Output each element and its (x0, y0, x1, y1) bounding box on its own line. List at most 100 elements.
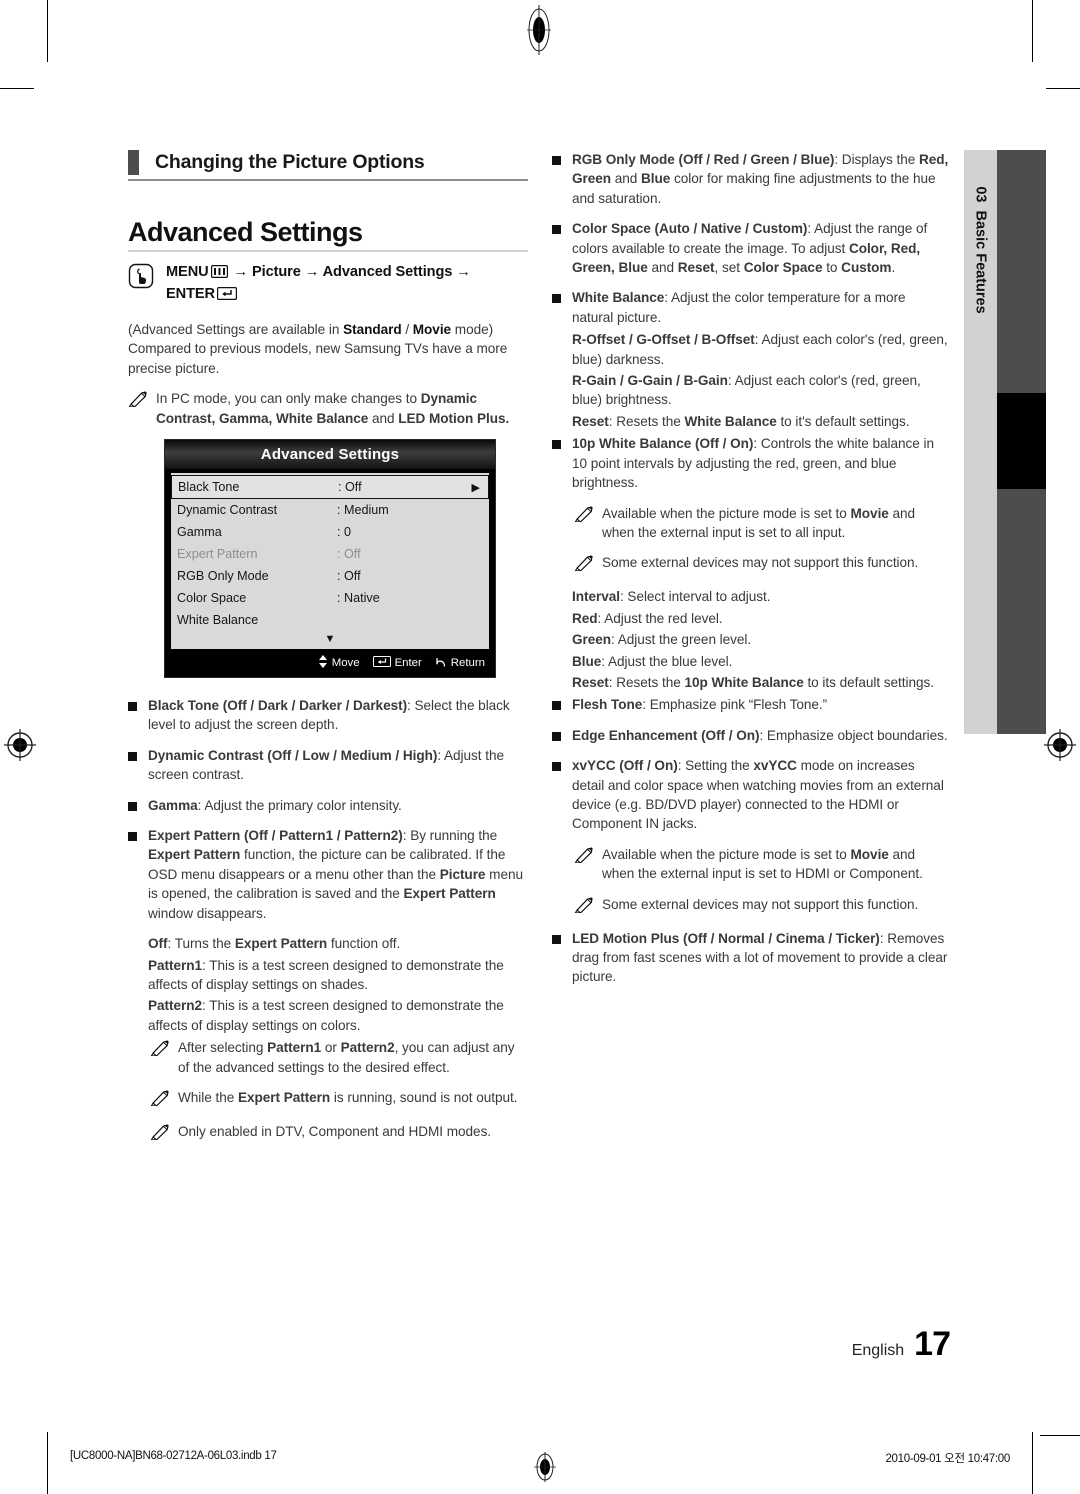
pencil-note-icon (128, 391, 150, 428)
wb10p-interval-term: Interval (572, 589, 620, 605)
expert-pattern1-term: Pattern1 (148, 957, 202, 973)
wb10p-blue-text: : Adjust the blue level. (601, 653, 733, 669)
bullet-led-motion-plus-text: LED Motion Plus (Off / Normal / Cinema /… (572, 929, 950, 987)
xvycc-p2: xvYCC (753, 758, 797, 774)
expert-note-2-b: Expert Pattern (237, 1089, 331, 1105)
wb-reset-term-b: White Balance (684, 413, 777, 429)
crop-mark-bottom-right-rule (1040, 1435, 1080, 1436)
bullet-edge-enhancement: Edge Enhancement (Off / On): Emphasize o… (552, 726, 950, 745)
wb-offset-term: R-Offset / G-Offset / B-Offset (572, 332, 755, 348)
note-pc-a: In PC mode, you can only make changes to (156, 391, 421, 407)
flesh-tone-title: Flesh Tone (572, 697, 643, 713)
registration-mark-left (3, 728, 37, 762)
crop-mark-left (47, 0, 48, 62)
expert-note-1-text: After selecting Pattern1 or Pattern2, yo… (178, 1038, 528, 1077)
osd-row-expert-pattern[interactable]: Expert Pattern : Off (171, 543, 489, 565)
bullet-gamma-title: Gamma (148, 797, 198, 813)
xvycc-title: xvYCC (Off / On) (572, 758, 678, 774)
intro-text-sep: / (401, 322, 413, 337)
wb10p-item-green: Green: Adjust the green level. (572, 630, 950, 649)
expert-pattern1-text: : This is a test screen designed to demo… (148, 957, 504, 992)
print-footer: [UC8000-NA]BN68-02712A-06L03.indb 17 201… (0, 1450, 1080, 1472)
bullet-square-icon (552, 156, 561, 165)
bullet-square-icon (128, 832, 137, 842)
pencil-note-icon (574, 506, 596, 543)
osd-value-color-space: : Native (337, 591, 380, 606)
color-space-p7: to (822, 260, 842, 276)
bullet-square-icon (552, 701, 561, 711)
note-pc-mode-text: In PC mode, you can only make changes to… (156, 389, 528, 428)
osd-row-color-space[interactable]: Color Space : Native (171, 587, 489, 609)
chevron-right-icon: ▶ (471, 481, 480, 494)
bullet-flesh-tone-text: Flesh Tone: Emphasize pink “Flesh Tone.” (572, 695, 827, 714)
page-number: 17 (914, 1325, 951, 1363)
bullet-10p-white-balance: 10p White Balance (Off / On): Controls t… (552, 434, 950, 492)
xvycc-note-1-text: Available when the picture mode is set t… (602, 845, 950, 884)
bullet-square-icon (552, 294, 561, 304)
bullet-dynamic-contrast-title: Dynamic Contrast (Off / Low / Medium / H… (148, 747, 438, 763)
osd-hint-enter-label: Enter (394, 657, 422, 670)
color-space-p5: , set (714, 260, 744, 276)
osd-hint-move: Move (318, 655, 360, 671)
expert-value-pattern2: Pattern2: This is a test screen designed… (148, 996, 528, 1035)
language-label: English (851, 1342, 905, 1359)
wb-reset-text-b: to it's default settings. (776, 413, 910, 429)
bullet-10p-white-balance-text: 10p White Balance (Off / On): Controls t… (572, 434, 950, 492)
expert-pattern2-term: Pattern2 (148, 998, 202, 1014)
menu-bars-icon (210, 264, 228, 284)
pencil-note-icon (150, 1090, 172, 1111)
xvycc-p1: : Setting the (677, 758, 754, 774)
updown-arrow-icon (318, 655, 328, 671)
registration-mark-top (521, 5, 557, 55)
bullet-flesh-tone: Flesh Tone: Emphasize pink “Flesh Tone.” (552, 695, 950, 714)
wb10p-title: 10p White Balance (Off / On) (572, 436, 754, 452)
osd-value-dynamic-contrast: : Medium (337, 503, 389, 518)
osd-label-dynamic-contrast: Dynamic Contrast (177, 503, 278, 518)
white-balance-gain: R-Gain / G-Gain / B-Gain: Adjust each co… (572, 371, 950, 410)
bullet-black-tone: Black Tone (Off / Dark / Darker / Darkes… (128, 696, 528, 735)
wb10p-green-term: Green (572, 632, 612, 648)
wb10p-reset-term-b: 10p White Balance (684, 674, 804, 690)
osd-row-gamma[interactable]: Gamma : 0 (171, 521, 489, 543)
wb10p-item-red: Red: Adjust the red level. (572, 609, 950, 628)
xvycc-note-2-text: Some external devices may not support th… (602, 896, 919, 912)
remote-hand-icon (128, 263, 154, 294)
osd-label-color-space: Color Space (177, 591, 247, 606)
pencil-note-icon (150, 1124, 172, 1145)
osd-row-black-tone[interactable]: Black Tone : Off ▶ (171, 475, 489, 500)
wb10p-note-1-a: Available when the picture mode is set t… (602, 505, 851, 521)
osd-label-gamma: Gamma (177, 525, 222, 540)
section-heading: Changing the Picture Options (128, 150, 528, 175)
intro-text-2: Compared to previous models, new Samsung… (128, 341, 508, 376)
rgb-only-p4: Blue (641, 171, 671, 187)
osd-scroll-down-icon[interactable]: ▼ (171, 631, 489, 650)
wb10p-note-2-text: Some external devices may not support th… (602, 555, 919, 571)
wb10p-red-term: Red (572, 610, 598, 626)
rgb-only-p1: : Displays the (834, 152, 919, 167)
expert-off-term2: Expert Pattern (234, 936, 328, 952)
osd-hint-move-label: Move (331, 657, 360, 670)
enter-key-icon (372, 656, 391, 670)
section-heading-label: Changing the Picture Options (155, 151, 425, 173)
expert-value-pattern1: Pattern1: This is a test screen designed… (148, 956, 528, 995)
expert-off-term: Off (148, 936, 168, 952)
osd-row-rgb-only-mode[interactable]: RGB Only Mode : Off (171, 565, 489, 587)
menu-path: MENU → Picture → Advanced Settings → ENT… (128, 262, 528, 306)
osd-label-expert-pattern: Expert Pattern (177, 547, 258, 562)
expert-body-7: window disappears. (148, 905, 267, 921)
bullet-expert-pattern-text: Expert Pattern (Off / Pattern1 / Pattern… (148, 826, 528, 923)
bullet-black-tone-title: Black Tone (Off / Dark / Darker / Darkes… (148, 698, 408, 714)
color-space-p3: and (647, 260, 678, 276)
bullet-expert-pattern-title: Expert Pattern (Off / Pattern1 / Pattern… (148, 828, 403, 844)
page-title-rule (128, 249, 528, 252)
menu-path-text: MENU → Picture → Advanced Settings → ENT… (166, 262, 471, 306)
osd-row-dynamic-contrast[interactable]: Dynamic Contrast : Medium (171, 499, 489, 521)
expert-note-1-d: Pattern2 (340, 1040, 395, 1056)
intro-text-e: mode) (451, 322, 494, 337)
bullet-edge-enhancement-text: Edge Enhancement (Off / On): Emphasize o… (572, 726, 948, 745)
xvycc-note-2: Some external devices may not support th… (574, 895, 950, 918)
bullet-gamma-text: Gamma: Adjust the primary color intensit… (148, 796, 402, 815)
osd-row-white-balance[interactable]: White Balance (171, 609, 489, 631)
osd-hint-return: Return (435, 656, 485, 671)
wb10p-blue-term: Blue (572, 653, 602, 669)
